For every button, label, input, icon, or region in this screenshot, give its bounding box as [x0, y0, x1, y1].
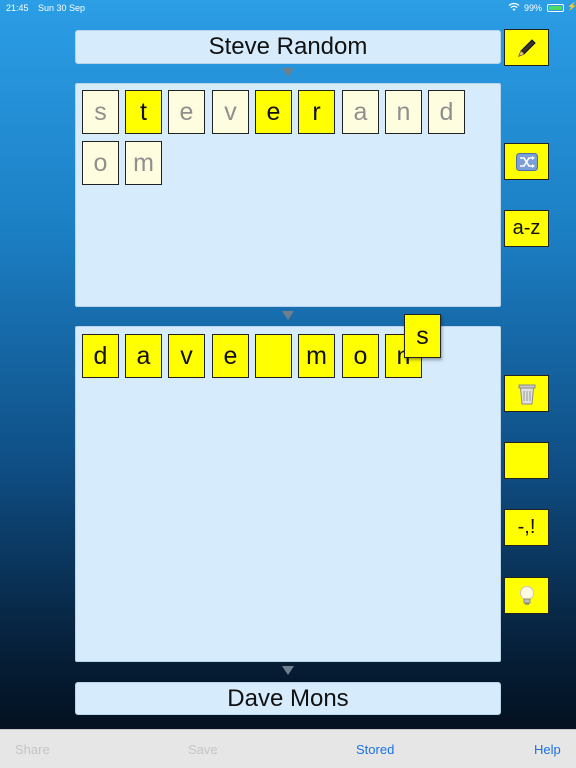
help-button[interactable]: Help — [534, 742, 561, 757]
source-tile[interactable]: t — [125, 90, 162, 134]
share-button[interactable]: Share — [15, 742, 50, 757]
source-tile[interactable]: d — [428, 90, 465, 134]
status-bar: 21:45 Sun 30 Sep 99% ⚡ — [0, 0, 576, 16]
space-button[interactable] — [504, 442, 549, 479]
edit-button[interactable] — [504, 29, 549, 66]
stored-button[interactable]: Stored — [356, 742, 394, 757]
bottom-toolbar: Share Save Stored Help — [0, 729, 576, 768]
dragging-tile[interactable]: s — [404, 314, 441, 358]
punctuation-button[interactable]: -,! — [504, 509, 549, 546]
anagram-tile[interactable]: m — [298, 334, 335, 378]
wifi-icon — [508, 2, 520, 14]
source-tile[interactable]: m — [125, 141, 162, 185]
status-time: 21:45 — [6, 3, 29, 13]
battery-icon — [547, 4, 564, 12]
source-tile[interactable]: v — [212, 90, 249, 134]
save-button[interactable]: Save — [188, 742, 218, 757]
clear-button[interactable] — [504, 375, 549, 412]
result-name-field: Dave Mons — [75, 682, 501, 715]
lightbulb-icon — [519, 585, 535, 607]
source-tile[interactable]: n — [385, 90, 422, 134]
hint-button[interactable] — [504, 577, 549, 614]
anagram-tile[interactable]: a — [125, 334, 162, 378]
shuffle-icon — [515, 152, 538, 171]
down-arrow-icon — [282, 666, 294, 675]
anagram-tile[interactable]: o — [342, 334, 379, 378]
shuffle-button[interactable] — [504, 143, 549, 180]
battery-percent: 99% — [524, 3, 543, 13]
pencil-icon — [516, 37, 538, 59]
source-tile[interactable]: e — [168, 90, 205, 134]
trash-icon — [517, 382, 537, 406]
source-tile[interactable]: a — [342, 90, 379, 134]
source-tile[interactable]: e — [255, 90, 292, 134]
down-arrow-icon — [282, 311, 294, 320]
anagram-tile[interactable]: d — [82, 334, 119, 378]
down-arrow-icon — [282, 68, 294, 77]
source-tile[interactable]: o — [82, 141, 119, 185]
anagram-tile[interactable]: v — [168, 334, 205, 378]
sort-az-button[interactable]: a-z — [504, 210, 549, 247]
source-name-field[interactable]: Steve Random — [75, 30, 501, 64]
status-date: Sun 30 Sep — [38, 3, 86, 13]
anagram-tile[interactable]: e — [212, 334, 249, 378]
source-tile[interactable]: s — [82, 90, 119, 134]
charging-icon: ⚡ — [567, 2, 576, 11]
anagram-panel: d a v e m o n — [75, 326, 501, 662]
anagram-space-tile[interactable] — [255, 334, 292, 378]
source-tile[interactable]: r — [298, 90, 335, 134]
source-letters-panel: s t e v e r a n d o m — [75, 83, 501, 307]
